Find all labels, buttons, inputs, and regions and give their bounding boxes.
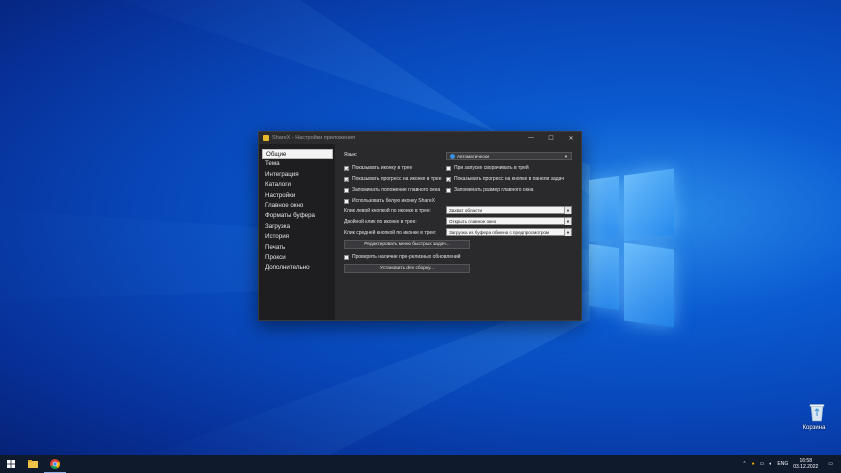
chevron-down-icon: ▼ [564, 229, 571, 236]
sidebar-item-clipboard-formats[interactable]: Форматы буфера [262, 211, 333, 221]
clock-date: 03.12.2022 [793, 464, 819, 470]
checkbox-start-minimized[interactable]: При запуске сворачивать в трей [446, 165, 529, 171]
checkbox-label: Показывать прогресс на кнопке в панели з… [454, 176, 564, 182]
window-title: ShareX - Настройки приложения [272, 135, 355, 141]
windows-start-icon [7, 460, 15, 468]
dropdown-value: Захват области [449, 207, 483, 213]
sidebar-item-proxy[interactable]: Прокси [262, 253, 333, 263]
checkbox-remember-position[interactable]: Запоминать положение главного окна [344, 187, 440, 193]
folder-icon [28, 460, 38, 468]
system-tray: ⌃ ● ▭ 🔈︎ ENG 16:58 03.12.2022 ▭ [742, 455, 841, 473]
checkbox-box[interactable]: ✓ [446, 176, 451, 183]
dropdown-value: Открыть главное окно [449, 218, 497, 224]
chrome-taskbar-button[interactable] [44, 455, 66, 473]
checkbox-taskbar-progress[interactable]: ✓ Показывать прогресс на кнопке в панели… [446, 176, 564, 183]
windows-logo-pane-top-left [589, 175, 619, 243]
windows-logo-pane-top-right [624, 168, 674, 242]
checkbox-white-icon[interactable]: Использовать белую иконку ShareX [344, 198, 435, 204]
chevron-up-icon[interactable]: ⌃ [742, 461, 746, 467]
windows-logo-pane-bottom-right [624, 242, 674, 328]
checkbox-box[interactable] [344, 198, 349, 204]
maximize-button[interactable]: ☐ [541, 135, 561, 142]
sidebar-item-paths[interactable]: Каталоги [262, 180, 333, 190]
checkbox-box[interactable] [344, 187, 349, 193]
general-settings-panel: Язык: Автоматически ▼ ✓ Показывать иконк… [335, 144, 581, 320]
settings-window: ShareX - Настройки приложения — ☐ ✕ Общи… [258, 131, 582, 321]
language-value: Автоматически [457, 153, 490, 159]
checkbox-label: Запоминать положение главного окна [352, 187, 441, 193]
sidebar-item-advanced[interactable]: Дополнительно [262, 263, 333, 273]
chrome-tray-icon[interactable]: ● [752, 461, 755, 467]
chevron-down-icon: ▼ [564, 218, 571, 225]
volume-icon[interactable]: 🔈︎ [769, 461, 772, 467]
dropdown-value: Загрузка из буфера обмена с предпросмотр… [449, 229, 550, 235]
sidebar-item-theme[interactable]: Тема [262, 159, 333, 169]
tray-left-click-dropdown[interactable]: Захват области ▼ [446, 206, 572, 214]
checkbox-box[interactable] [446, 187, 451, 193]
install-dev-build-button[interactable]: Установить dev сборку... [344, 264, 470, 273]
globe-icon [450, 153, 455, 159]
minimize-button[interactable]: — [521, 135, 541, 141]
file-explorer-taskbar-button[interactable] [22, 455, 44, 473]
chevron-down-icon: ▼ [564, 153, 568, 159]
start-button[interactable] [0, 455, 22, 473]
sidebar-item-main-window[interactable]: Главное окно [262, 201, 333, 211]
edit-quick-tasks-menu-button[interactable]: Редактировать меню быстрых задач... [344, 240, 470, 249]
checkbox-tray-progress[interactable]: ✓ Показывать прогресс на иконке в трее [344, 176, 442, 183]
checkbox-label: Запоминать размер главного окна [454, 187, 534, 193]
checkbox-label: При запуске сворачивать в трей [454, 165, 529, 171]
checkbox-show-tray-icon[interactable]: ✓ Показывать иконку в трее [344, 165, 413, 172]
input-language[interactable]: ENG [777, 461, 788, 467]
close-button[interactable]: ✕ [561, 135, 581, 142]
notification-icon[interactable]: ▭ [828, 461, 833, 467]
sidebar-item-history[interactable]: История [262, 232, 333, 242]
checkbox-remember-size[interactable]: Запоминать размер главного окна [446, 187, 533, 193]
checkbox-box[interactable]: ✓ [344, 165, 349, 172]
checkbox-box[interactable] [446, 165, 451, 171]
checkbox-label: Показывать иконку в трее [352, 165, 413, 171]
sidebar-item-settings[interactable]: Настройки [262, 191, 333, 201]
language-dropdown[interactable]: Автоматически ▼ [446, 152, 572, 160]
checkbox-box[interactable]: ✓ [344, 176, 349, 183]
settings-sidebar: Общие Тема Интеграция Каталоги Настройки… [259, 144, 335, 320]
tray-double-click-dropdown[interactable]: Открыть главное окно ▼ [446, 217, 572, 225]
recycle-bin-label: Корзина [802, 425, 826, 431]
clock[interactable]: 16:58 03.12.2022 [793, 458, 818, 471]
sidebar-item-upload[interactable]: Загрузка [262, 222, 333, 232]
tray-middle-click-label: Клик средней кнопкой по иконке в трее: [344, 230, 437, 236]
checkbox-prerelease-updates[interactable]: Проверять наличие пре-релизных обновлени… [344, 254, 460, 260]
sidebar-item-integration[interactable]: Интеграция [262, 170, 333, 180]
taskbar: ⌃ ● ▭ 🔈︎ ENG 16:58 03.12.2022 ▭ [0, 455, 841, 473]
network-icon[interactable]: ▭ [760, 461, 765, 467]
tray-left-click-label: Клик левой кнопкой по иконке в трее: [344, 208, 432, 214]
sidebar-item-print[interactable]: Печать [262, 243, 333, 253]
chevron-down-icon: ▼ [564, 207, 571, 214]
language-label: Язык: [344, 152, 358, 158]
sharex-app-icon [263, 135, 269, 141]
tray-double-click-label: Двойной клик по иконке в трее: [344, 219, 417, 225]
checkbox-box[interactable] [344, 254, 349, 260]
window-titlebar[interactable]: ShareX - Настройки приложения — ☐ ✕ [259, 132, 581, 144]
checkbox-label: Использовать белую иконку ShareX [352, 198, 435, 204]
tray-middle-click-dropdown[interactable]: Загрузка из буфера обмена с предпросмотр… [446, 228, 572, 236]
checkbox-label: Проверять наличие пре-релизных обновлени… [352, 254, 461, 260]
recycle-bin[interactable]: Корзина [800, 402, 834, 431]
sidebar-item-general[interactable]: Общие [262, 149, 333, 160]
checkbox-label: Показывать прогресс на иконке в трее [352, 176, 442, 182]
chrome-icon [50, 458, 60, 469]
windows-logo-pane-bottom-left [589, 243, 619, 311]
recycle-bin-icon [808, 402, 826, 422]
